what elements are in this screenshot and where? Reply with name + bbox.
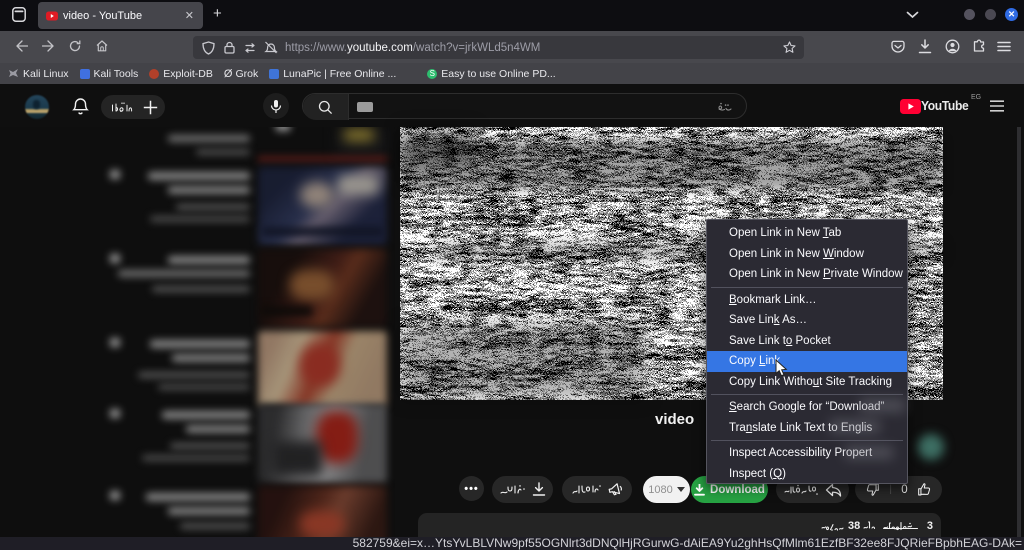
- svg-text:3: 3: [927, 520, 933, 531]
- svg-text:38: 38: [848, 520, 860, 531]
